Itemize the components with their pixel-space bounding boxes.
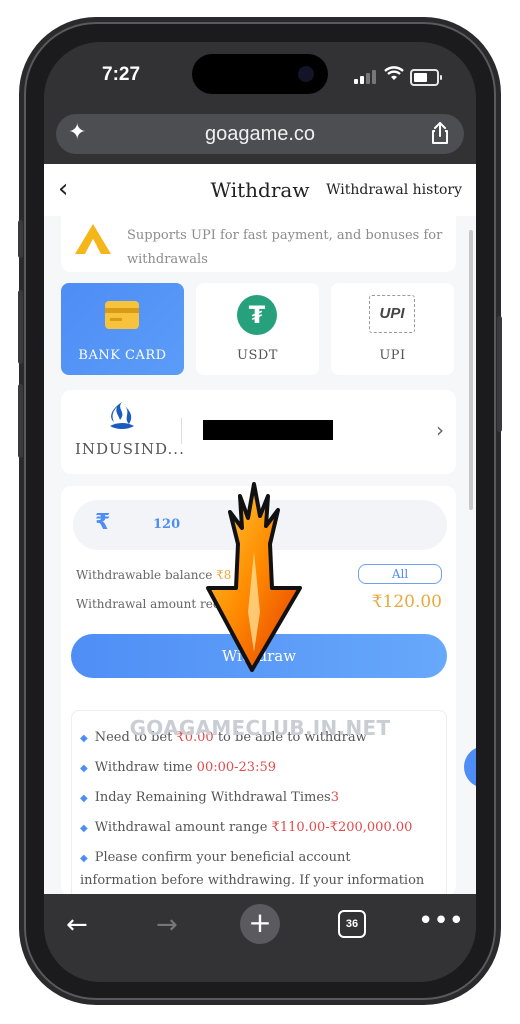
withdrawable-label: Withdrawable balance: [76, 568, 213, 582]
bank-logo-icon: [110, 402, 134, 429]
bullet-icon: ◆: [80, 763, 88, 774]
volume-down-button: [18, 384, 23, 458]
method-label: USDT: [237, 348, 278, 363]
arrow-down-annotation: [206, 482, 302, 672]
tabs-icon[interactable]: 36: [338, 910, 366, 938]
upi-icon: UPI: [369, 295, 415, 333]
url-text[interactable]: goagame.co: [56, 123, 464, 146]
rule-item: ◆ Withdraw time 00:00-23:59: [80, 760, 276, 775]
more-icon[interactable]: •••: [418, 906, 464, 936]
amount-value[interactable]: 120: [153, 517, 180, 532]
bullet-icon: ◆: [80, 853, 88, 864]
method-usdt[interactable]: ₮ USDT: [196, 283, 319, 375]
battery-icon: [410, 69, 442, 86]
method-upi[interactable]: UPI UPI: [331, 283, 454, 375]
withdraw-methods: BANK CARD ₮ USDT UPI UPI: [61, 283, 455, 375]
bank-card-icon: [105, 301, 139, 329]
method-label: UPI: [379, 348, 406, 363]
divider: [181, 418, 182, 444]
web-page: ‹ Withdraw Withdrawal history Supports U…: [44, 164, 476, 894]
share-icon[interactable]: [426, 119, 454, 147]
redacted-account-number: [203, 420, 333, 440]
forward-arrow-icon[interactable]: →: [156, 910, 178, 940]
new-tab-icon[interactable]: +: [240, 904, 280, 944]
rule-item: ◆ Please confirm your beneficial account …: [80, 850, 425, 888]
bank-account-selector[interactable]: INDUSIND... ›: [61, 390, 456, 474]
usdt-icon: ₮: [237, 295, 277, 335]
volume-up-button: [18, 290, 23, 364]
rule-item: ◆ Withdrawal amount range ₹110.00-₹200,00…: [80, 820, 413, 835]
withdrawal-history-link[interactable]: Withdrawal history: [326, 182, 462, 198]
page-header: ‹ Withdraw Withdrawal history: [44, 164, 476, 216]
dynamic-island: [192, 54, 328, 94]
rupee-icon: ₹: [95, 510, 111, 535]
floating-button[interactable]: [464, 746, 476, 788]
upi-notice: Supports UPI for fast payment, and bonus…: [61, 216, 456, 272]
signal-icon: [354, 70, 376, 84]
bullet-icon: ◆: [80, 823, 88, 834]
method-bank-card[interactable]: BANK CARD: [61, 283, 184, 375]
status-time: 7:27: [102, 64, 141, 85]
rule-item: ◆ Inday Remaining Withdrawal Times3: [80, 790, 339, 805]
action-button: [18, 220, 23, 258]
back-arrow-icon[interactable]: ←: [66, 910, 88, 940]
scrollbar[interactable]: [469, 230, 473, 510]
address-bar[interactable]: ✦ goagame.co: [56, 114, 464, 154]
chevron-right-icon[interactable]: ›: [436, 418, 444, 442]
all-button[interactable]: All: [358, 564, 442, 584]
power-button: [497, 316, 502, 432]
watermark: GOAGAMECLUB.IN.NET: [129, 716, 391, 740]
notice-logo-icon: [75, 224, 111, 254]
bullet-icon: ◆: [80, 793, 88, 804]
received-value: ₹120.00: [371, 592, 442, 612]
phone-screen: 7:27 ✦ goagame.co ‹ Withdraw Withdrawal …: [44, 42, 476, 982]
wifi-icon: [384, 66, 404, 87]
bank-name: INDUSIND...: [75, 440, 185, 458]
notice-text: Supports UPI for fast payment, and bonus…: [127, 228, 443, 267]
browser-toolbar: ← → + 36 •••: [44, 894, 476, 982]
camera-icon: [298, 66, 314, 82]
method-label: BANK CARD: [78, 348, 167, 363]
